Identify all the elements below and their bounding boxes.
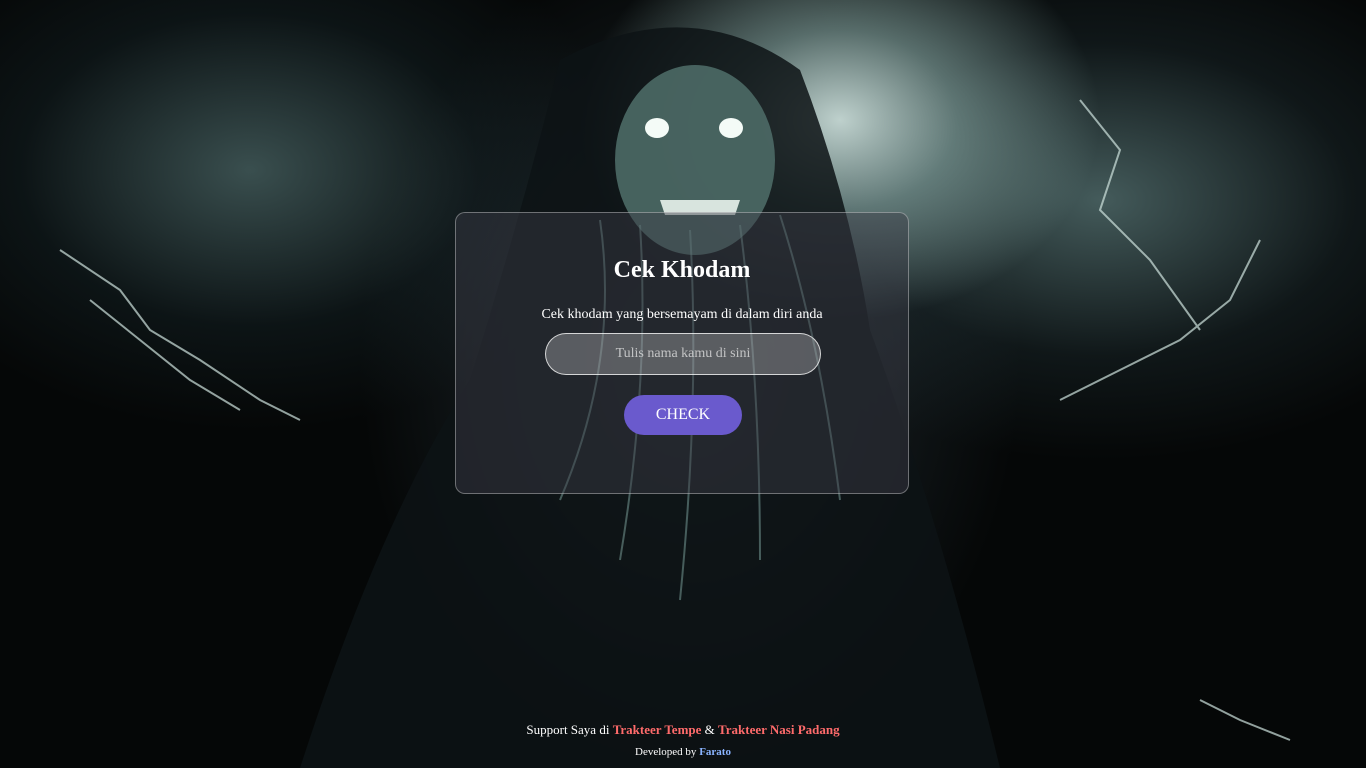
check-button[interactable]: CHECK	[624, 395, 742, 435]
support-separator: &	[701, 722, 719, 737]
trakteer-tempe-link[interactable]: Trakteer Tempe	[613, 722, 702, 737]
support-prefix: Support Saya di	[526, 722, 613, 737]
support-line: Support Saya di Trakteer Tempe & Traktee…	[0, 720, 1366, 740]
developer-link[interactable]: Farato	[699, 746, 731, 758]
name-input[interactable]	[545, 333, 821, 375]
footer: Support Saya di Trakteer Tempe & Traktee…	[0, 720, 1366, 759]
page-subtitle: Cek khodam yang bersemayam di dalam diri…	[541, 307, 823, 322]
trakteer-nasi-padang-link[interactable]: Trakteer Nasi Padang	[718, 722, 840, 737]
developer-credit: Developed by Farato	[0, 745, 1366, 759]
khodam-card: Cek Khodam Cek khodam yang bersemayam di…	[455, 212, 909, 494]
developed-by-label: Developed by	[635, 746, 700, 758]
page-title: Cek Khodam	[613, 257, 751, 283]
